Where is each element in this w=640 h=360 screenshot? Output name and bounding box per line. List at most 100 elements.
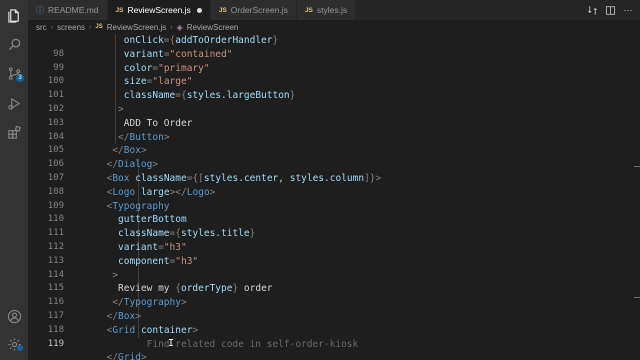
tab-styles[interactable]: JS styles.js — [296, 0, 357, 20]
line-number: 115 — [47, 283, 64, 294]
line-number: 109 — [47, 200, 64, 211]
code-line[interactable]: 112 variant="h3" — [28, 241, 628, 255]
code-line[interactable]: 102 > — [28, 103, 628, 117]
code-text: </Typography> — [112, 296, 186, 310]
code-text: onClick={addToOrderHandler} — [124, 34, 278, 48]
tab-label: OrderScreen.js — [230, 5, 288, 15]
code-token: Grid — [118, 352, 141, 360]
code-text: </Box> — [107, 310, 141, 324]
breadcrumb-src[interactable]: src — [36, 23, 47, 32]
code-token: } — [289, 90, 296, 102]
line-number: 111 — [47, 228, 64, 239]
code-token: "contained" — [169, 48, 233, 60]
more-actions-icon[interactable]: ⋯ — [622, 4, 634, 16]
breadcrumb-symbol[interactable]: ReviewScreen — [187, 23, 239, 32]
line-number: 116 — [47, 297, 64, 308]
code-line[interactable]: 113 component="h3" — [28, 255, 628, 269]
source-control-badge: 3 — [16, 74, 24, 82]
code-token: > — [192, 324, 199, 336]
account-icon[interactable] — [0, 305, 28, 327]
code-token: > — [209, 186, 216, 198]
code-text: variant="contained" — [124, 48, 233, 62]
line-number: 100 — [47, 76, 64, 87]
unsaved-dot-icon[interactable] — [196, 7, 202, 13]
code-token: </ — [112, 145, 124, 157]
code-line[interactable]: 103 ADD To Order — [28, 117, 628, 131]
code-line[interactable]: 100 size="large" — [28, 75, 628, 89]
code-line[interactable]: 110 gutterBottom — [28, 213, 628, 227]
mouse-cursor-icon: I — [168, 338, 175, 349]
code-text: component="h3" — [118, 255, 198, 269]
chevron-right-icon: › — [170, 23, 173, 31]
code-token: </ — [106, 352, 119, 360]
line-number: 113 — [47, 255, 64, 266]
line-number: 108 — [47, 186, 64, 197]
code-token: Grid — [112, 324, 136, 336]
line-number: 117 — [47, 311, 64, 321]
source-control-icon[interactable]: 3 — [0, 62, 28, 84]
code-token: Find related code in self-order-kiosk — [146, 338, 359, 350]
code-editor[interactable]: onClick={addToOrderHandler} 98 variant="co… — [28, 34, 640, 360]
breadcrumb-screens[interactable]: screens — [57, 23, 85, 32]
code-token: > — [180, 297, 187, 309]
scrollbar-marker — [634, 297, 640, 298]
tab-review-screen[interactable]: JS ReviewScreen.js — [107, 0, 211, 20]
code-token: styles.title — [180, 228, 250, 240]
code-text: <Logo large></Logo> — [107, 186, 216, 200]
code-token: "h3" — [163, 242, 187, 253]
js-file-icon: JS — [304, 6, 313, 14]
settings-gear-icon[interactable] — [0, 333, 28, 355]
code-line[interactable]: 98 variant="contained" — [28, 48, 628, 62]
code-line[interactable]: 111 className={styles.title} — [28, 227, 628, 241]
code-line[interactable]: 118 <Grid container> — [28, 324, 628, 338]
code-token: </ — [118, 131, 130, 143]
code-text: ADD To Order — [124, 117, 193, 131]
js-file-icon: JS — [218, 6, 227, 14]
tab-order-screen[interactable]: JS OrderScreen.js — [210, 0, 297, 20]
code-text: <Box className={[styles.center, styles.c… — [107, 172, 382, 186]
code-line[interactable]: 106 </Dialog> — [28, 158, 628, 172]
code-text: Review my {orderType} order — [118, 282, 272, 296]
code-line[interactable]: 117 </Box> — [28, 310, 628, 324]
code-line[interactable]: 101 className={styles.largeButton} — [28, 89, 628, 103]
code-line[interactable]: 115 Review my {orderType} order — [28, 282, 628, 296]
code-line[interactable]: 108 <Logo large></Logo> — [28, 186, 628, 200]
code-text: variant="h3" — [118, 241, 187, 255]
code-token: styles.largeButton — [186, 90, 290, 102]
code-token: ></ — [169, 186, 187, 198]
code-token: > — [140, 352, 147, 360]
code-line[interactable]: 107 <Box className={[styles.center, style… — [28, 172, 628, 186]
code-line[interactable]: 114 > — [28, 269, 628, 283]
code-line[interactable]: 105 </Box> — [28, 144, 628, 158]
breadcrumb-file[interactable]: ReviewScreen.js — [107, 23, 167, 32]
split-editor-icon[interactable] — [604, 4, 616, 16]
code-line[interactable]: 116 </Typography> — [28, 296, 628, 310]
code-token: > — [163, 131, 170, 143]
code-line[interactable]: 99 color="primary" — [28, 62, 628, 76]
code-token: variant — [118, 242, 159, 253]
code-line[interactable]: onClick={addToOrderHandler} — [28, 34, 628, 48]
compare-changes-icon[interactable] — [586, 4, 598, 16]
code-line[interactable]: 119 Find related code in self-order-kiosk — [28, 338, 628, 352]
code-line[interactable]: 109 <Typography — [28, 200, 628, 214]
code-token: styles.column — [289, 173, 365, 184]
line-number: 114 — [47, 269, 64, 280]
search-icon[interactable] — [0, 33, 28, 55]
scrollbar-marker — [634, 166, 640, 167]
code-text: <Typography — [107, 200, 170, 214]
chevron-right-icon: › — [50, 23, 54, 31]
code-token: Box — [123, 145, 141, 157]
code-token: "h3" — [175, 255, 199, 267]
code-token: ]} — [364, 173, 376, 184]
run-debug-icon[interactable] — [0, 92, 28, 114]
code-line[interactable]: </Grid> — [28, 351, 628, 360]
code-token: </ — [106, 311, 119, 322]
code-token: component — [118, 255, 170, 267]
extensions-icon[interactable] — [0, 121, 28, 143]
files-icon[interactable] — [0, 4, 28, 26]
breadcrumb: src › screens › JS ReviewScreen.js › ◈ R… — [28, 20, 640, 34]
code-line[interactable]: 104 </Button> — [28, 131, 628, 145]
tab-readme[interactable]: ⓘ README.md — [28, 0, 108, 20]
code-token: </ — [112, 297, 124, 309]
code-text: </Box> — [112, 144, 146, 158]
